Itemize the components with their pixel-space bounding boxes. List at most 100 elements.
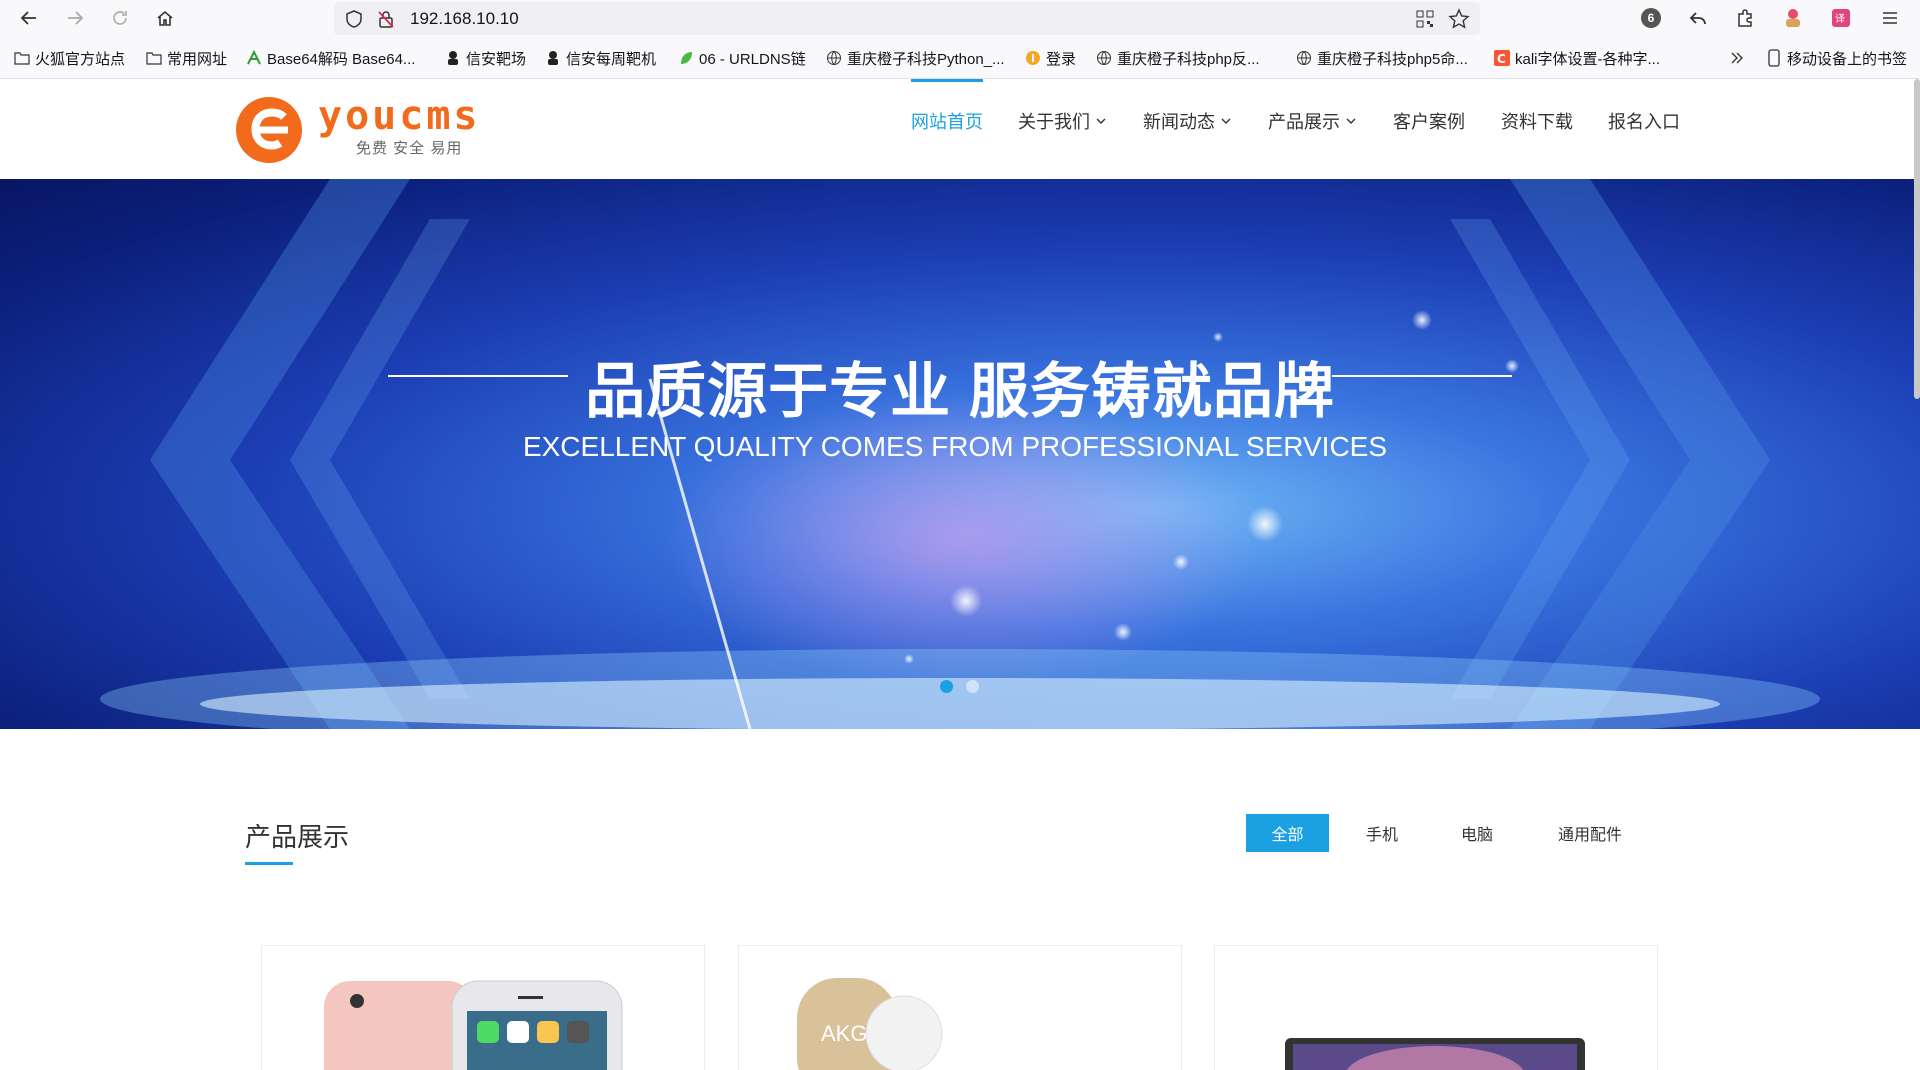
bookmark-item[interactable]: 火狐官方站点	[14, 48, 125, 68]
products-section-title: 产品展示	[245, 822, 350, 852]
undo-button[interactable]	[1683, 4, 1713, 32]
puzzle-icon	[1738, 9, 1752, 27]
filter-label: 全部	[1271, 827, 1304, 844]
nav-label: 报名入口	[1608, 112, 1680, 132]
bookmark-label: 重庆橙子科技Python_...	[847, 50, 1005, 68]
nav-about[interactable]: 关于我们	[1018, 108, 1106, 134]
chevron-down-icon	[1096, 118, 1106, 124]
nav-label: 资料下载	[1501, 112, 1573, 132]
forward-arrow-icon	[68, 11, 84, 25]
nav-active-indicator	[911, 79, 983, 82]
bookmark-label: 常用网址	[167, 50, 228, 68]
more-bookmarks-button[interactable]	[1729, 48, 1750, 68]
bookmark-label: 06 - URLDNS链	[699, 50, 806, 68]
menu-button[interactable]	[1875, 4, 1905, 32]
browser-toolbar: 192.168.10.10 6 译	[0, 0, 1920, 37]
nav-register[interactable]: 报名入口	[1608, 108, 1680, 134]
svg-text:译: 译	[1835, 13, 1845, 25]
slide-dot-1[interactable]	[940, 680, 953, 693]
filter-computer-button[interactable]: 电脑	[1437, 814, 1517, 852]
svg-text:C: C	[1497, 52, 1506, 66]
banner-title: 品质源于专业 服务铸就品牌	[585, 358, 1335, 425]
page-scrollbar[interactable]	[1914, 79, 1920, 399]
bookmark-item[interactable]: 信安每周靶机	[545, 48, 656, 68]
extension-avatar-button[interactable]	[1778, 4, 1808, 32]
filter-all-button[interactable]: 全部	[1246, 814, 1329, 852]
bookmark-label: 信安靶场	[466, 50, 527, 68]
bookmark-item[interactable]: 06 - URLDNS链	[678, 48, 806, 68]
double-chevron-icon	[1729, 50, 1745, 66]
home-button[interactable]	[150, 4, 180, 32]
bookmark-item[interactable]: Base64解码 Base64...	[246, 48, 415, 68]
insecure-lock-icon[interactable]	[376, 9, 396, 29]
banner-subtitle: EXCELLENT QUALITY COMES FROM PROFESSIONA…	[522, 431, 1388, 462]
site-logo[interactable]: youcms 免费 安全 易用	[234, 93, 504, 165]
translate-extension-button[interactable]: 译	[1826, 4, 1856, 32]
account-badge[interactable]: 6	[1636, 4, 1666, 32]
csdn-icon: C	[1494, 50, 1510, 66]
nav-news[interactable]: 新闻动态	[1143, 108, 1231, 134]
hamburger-icon	[1883, 12, 1897, 24]
nav-downloads[interactable]: 资料下载	[1501, 108, 1573, 134]
bookmark-item[interactable]: 登录	[1025, 48, 1076, 68]
folder-icon	[14, 50, 30, 66]
bookmark-item[interactable]: Ckali字体设置-各种字...	[1494, 48, 1660, 68]
home-icon	[157, 10, 173, 26]
globe-icon	[826, 50, 842, 66]
bookmark-item[interactable]: 重庆橙子科技php5命...	[1296, 48, 1468, 68]
bookmark-green-icon	[246, 50, 262, 66]
bookmark-label: 信安每周靶机	[566, 50, 657, 68]
product-card[interactable]	[261, 945, 705, 1070]
qr-code-icon[interactable]	[1416, 10, 1434, 28]
bookmark-item[interactable]: 常用网址	[146, 48, 227, 68]
reload-button[interactable]	[105, 4, 135, 32]
bookmark-label: 火狐官方站点	[35, 50, 126, 68]
forward-button[interactable]	[60, 4, 90, 32]
filter-label: 电脑	[1460, 827, 1493, 844]
nav-label: 网站首页	[911, 112, 983, 132]
mobile-device-icon	[1766, 49, 1782, 67]
slide-dot-2[interactable]	[966, 680, 979, 693]
laptop-image	[1285, 1038, 1585, 1070]
cartoon-extension-icon	[1786, 9, 1800, 27]
shield-icon	[346, 10, 362, 28]
bookmark-item[interactable]: 重庆橙子科技Python_...	[826, 48, 1005, 68]
nav-label: 关于我们	[1018, 112, 1090, 132]
star-bookmark-icon[interactable]	[1448, 8, 1470, 30]
filter-label: 通用配件	[1557, 827, 1622, 844]
filter-phone-button[interactable]: 手机	[1342, 814, 1422, 852]
nav-cases[interactable]: 客户案例	[1393, 108, 1465, 134]
filter-accessories-button[interactable]: 通用配件	[1540, 814, 1640, 852]
login-icon	[1025, 50, 1041, 66]
bookmark-item[interactable]: 信安靶场	[445, 48, 526, 68]
nav-label: 客户案例	[1393, 112, 1465, 132]
folder-icon	[146, 50, 162, 66]
url-text[interactable]: 192.168.10.10	[410, 9, 519, 29]
phone-image	[324, 980, 623, 1070]
nav-label: 产品展示	[1268, 112, 1340, 132]
bookmark-item[interactable]: 重庆橙子科技php反...	[1096, 48, 1260, 68]
earphone-brand-text: AKG	[821, 1021, 867, 1046]
filter-label: 手机	[1365, 827, 1398, 844]
back-button[interactable]	[14, 4, 44, 32]
product-card[interactable]	[1214, 945, 1658, 1070]
globe-icon	[1296, 50, 1312, 66]
bookmark-label: 重庆橙子科技php5命...	[1317, 50, 1468, 68]
earphone-image: AKG	[797, 978, 943, 1070]
chevron-down-icon	[1221, 118, 1231, 124]
mobile-bookmarks-label: 移动设备上的书签	[1787, 50, 1908, 68]
hero-banner[interactable]: 品质源于专业 服务铸就品牌 EXCELLENT QUALITY COMES FR…	[0, 179, 1920, 729]
chevron-down-icon	[1346, 118, 1356, 124]
nav-products[interactable]: 产品展示	[1268, 108, 1356, 134]
bookmark-label: 登录	[1046, 50, 1077, 68]
reload-icon	[113, 11, 127, 25]
url-bar[interactable]: 192.168.10.10	[334, 2, 1480, 35]
hacker-icon	[445, 50, 461, 66]
extensions-button[interactable]	[1730, 4, 1760, 32]
nav-label: 新闻动态	[1143, 112, 1215, 132]
logo-tagline: 免费 安全 易用	[356, 140, 463, 157]
product-card[interactable]: AKG	[738, 945, 1182, 1070]
nav-home[interactable]: 网站首页	[911, 108, 983, 134]
bookmark-label: 重庆橙子科技php反...	[1117, 50, 1260, 68]
mobile-bookmarks-item[interactable]: 移动设备上的书签	[1766, 48, 1907, 68]
